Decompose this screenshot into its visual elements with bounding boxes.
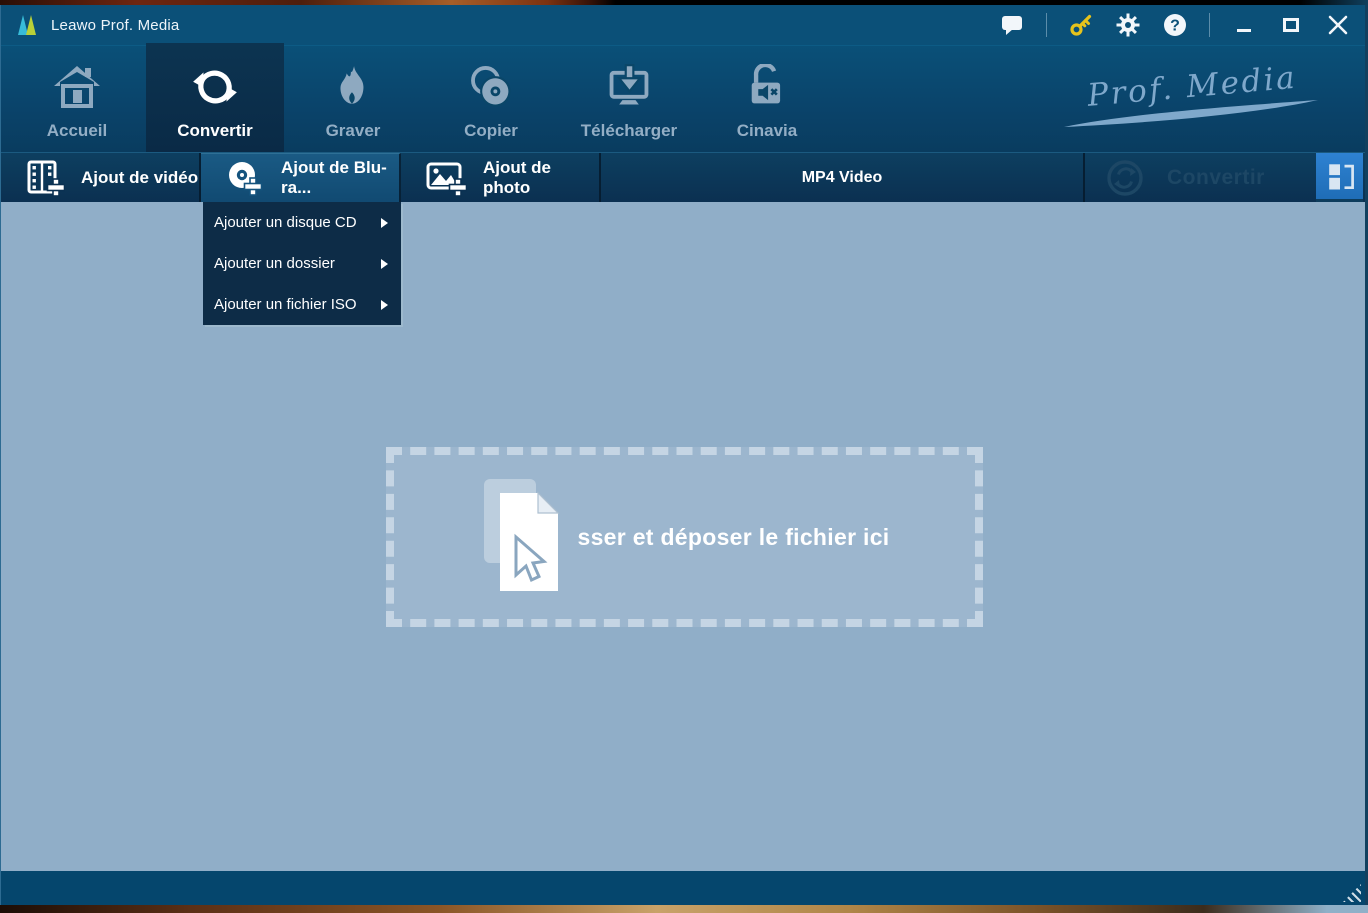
convert-circle-icon (1105, 158, 1145, 198)
add-video-button[interactable]: Ajout de vidéo (1, 153, 201, 202)
panel-layout-icon (1322, 157, 1358, 195)
add-photo-button[interactable]: Ajout de photo (401, 153, 601, 202)
add-bluray-label: Ajout de Blu-ra... (281, 158, 387, 197)
disc-add-icon (225, 158, 265, 198)
tab-telecharger[interactable]: Télécharger (560, 46, 698, 152)
add-bluray-button[interactable]: Ajout de Blu-ra... (201, 153, 401, 202)
add-photo-label: Ajout de photo (483, 157, 551, 197)
tab-label: Cinavia (736, 121, 798, 140)
menu-item-add-folder[interactable]: Ajouter un dossier (203, 243, 401, 284)
window-title: Leawo Prof. Media (51, 16, 180, 34)
help-icon[interactable]: ? (1162, 12, 1188, 38)
status-bar (1, 871, 1365, 905)
bluray-dropdown-menu: Ajouter un disque CD Ajouter un dossier … (203, 202, 401, 325)
tab-label: Accueil (46, 121, 108, 140)
burn-flame-icon (330, 61, 376, 113)
minimize-icon[interactable] (1231, 12, 1257, 38)
home-icon (52, 61, 102, 113)
tab-label: Graver (325, 121, 381, 140)
drag-file-icon (480, 479, 592, 601)
resize-grip[interactable] (1343, 884, 1361, 902)
tab-label: Télécharger (580, 121, 678, 140)
drop-zone-text: sser et déposer le fichier ici (577, 523, 890, 550)
maximize-icon[interactable] (1278, 12, 1304, 38)
svg-text:?: ? (1170, 18, 1180, 35)
convert-button[interactable]: Convertir (1085, 153, 1316, 202)
menu-item-add-cd-disc[interactable]: Ajouter un disque CD (203, 202, 401, 243)
tab-cinavia[interactable]: Cinavia (698, 46, 836, 152)
menu-item-label: Ajouter un dossier (214, 255, 335, 272)
tab-accueil[interactable]: Accueil (8, 46, 146, 152)
submenu-arrow-icon (381, 299, 388, 310)
panel-toggle-button[interactable] (1316, 153, 1363, 202)
submenu-arrow-icon (381, 217, 388, 228)
titlebar-separator (1046, 13, 1047, 37)
menu-item-label: Ajouter un fichier ISO (214, 296, 357, 313)
add-video-label: Ajout de vidéo (81, 167, 199, 187)
menu-item-label: Ajouter un disque CD (214, 214, 357, 231)
cinavia-unlock-icon (743, 61, 791, 113)
close-icon[interactable] (1325, 12, 1351, 38)
desktop-background-bottom (0, 905, 1368, 913)
key-icon[interactable] (1068, 12, 1094, 38)
brand-script-logo: Prof. Media (1050, 55, 1330, 144)
title-bar: Leawo Prof. Media ? (1, 5, 1365, 45)
app-window: Leawo Prof. Media ? Accueil Convertir Gr… (0, 5, 1368, 905)
titlebar-separator (1209, 13, 1210, 37)
tab-copier[interactable]: Copier (422, 46, 560, 152)
sub-toolbar: Ajout de vidéo Ajout de Blu-ra... Ajout … (1, 152, 1365, 202)
copy-discs-icon (467, 61, 515, 113)
tab-graver[interactable]: Graver (284, 46, 422, 152)
tab-convertir[interactable]: Convertir (146, 43, 284, 152)
convert-label: Convertir (1167, 165, 1265, 189)
menu-item-add-iso-file[interactable]: Ajouter un fichier ISO (203, 284, 401, 325)
format-label: MP4 Video (801, 168, 883, 186)
submenu-arrow-icon (381, 258, 388, 269)
tab-label: Convertir (177, 121, 253, 140)
photo-add-icon (425, 158, 467, 198)
tab-label: Copier (464, 121, 518, 140)
download-icon (605, 61, 653, 113)
film-add-icon (25, 158, 65, 198)
convert-sync-icon (190, 61, 240, 113)
settings-gear-icon[interactable] (1115, 12, 1141, 38)
file-drop-zone[interactable]: sser et déposer le fichier ici (386, 447, 983, 627)
format-selector[interactable]: MP4 Video (601, 153, 1085, 202)
main-nav: Accueil Convertir Graver Copier Téléchar… (1, 43, 1365, 152)
message-icon[interactable] (999, 12, 1025, 38)
app-logo-icon (15, 12, 41, 38)
